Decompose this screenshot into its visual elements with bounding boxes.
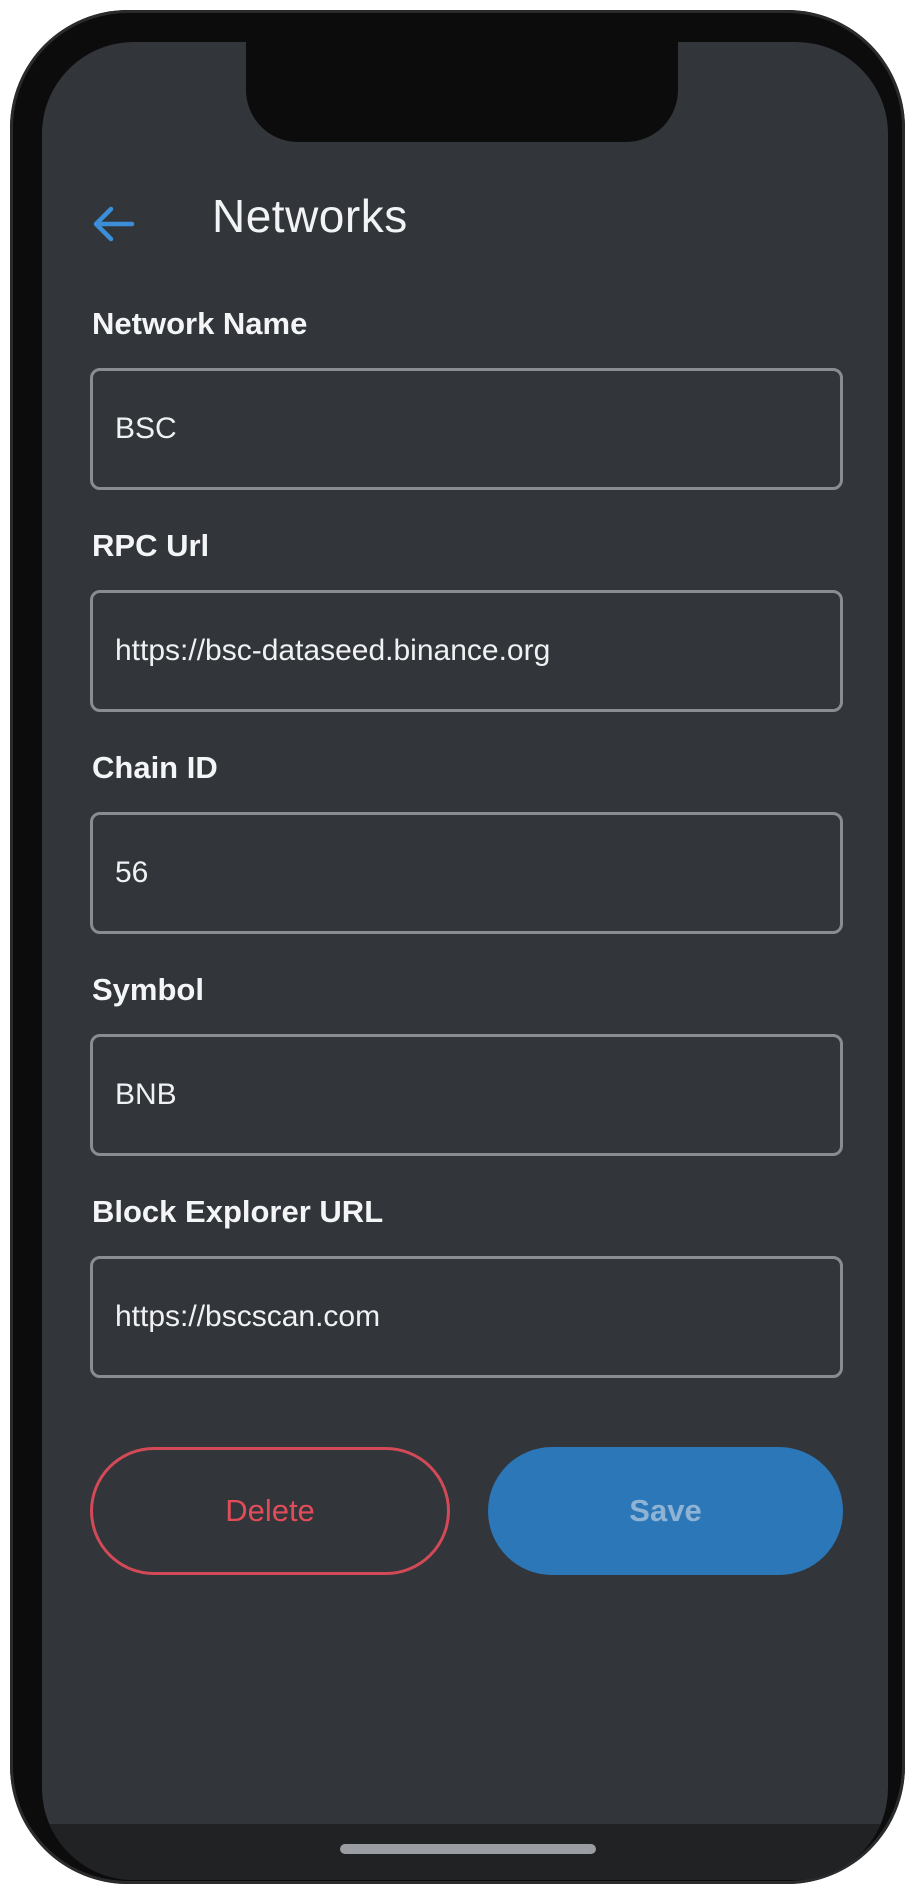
field-block-explorer-url: Block Explorer URL [90, 1192, 843, 1414]
field-rpc-url: RPC Url [90, 526, 843, 748]
home-bar-area [42, 1824, 888, 1880]
phone-frame: Networks Network Name RPC Url Chain ID S… [10, 10, 905, 1884]
block-explorer-url-label: Block Explorer URL [92, 1194, 384, 1229]
network-form: Network Name RPC Url Chain ID Symbol Blo… [90, 304, 843, 1414]
home-indicator[interactable] [340, 1844, 596, 1854]
page: Networks Network Name RPC Url Chain ID S… [0, 0, 915, 1894]
page-title: Networks [212, 190, 408, 242]
header: Networks [42, 184, 888, 254]
save-button[interactable]: Save [488, 1447, 843, 1575]
field-chain-id: Chain ID [90, 748, 843, 970]
device-notch [246, 42, 678, 142]
block-explorer-url-input[interactable] [90, 1256, 843, 1378]
rpc-url-label: RPC Url [92, 528, 210, 563]
field-network-name: Network Name [90, 304, 843, 526]
symbol-input[interactable] [90, 1034, 843, 1156]
chain-id-label: Chain ID [92, 750, 218, 785]
arrow-left-icon [93, 206, 135, 242]
action-buttons: Delete Save [90, 1447, 843, 1575]
network-name-label: Network Name [92, 306, 308, 341]
app-screen: Networks Network Name RPC Url Chain ID S… [42, 42, 888, 1880]
chain-id-input[interactable] [90, 812, 843, 934]
network-name-input[interactable] [90, 368, 843, 490]
rpc-url-input[interactable] [90, 590, 843, 712]
symbol-label: Symbol [92, 972, 204, 1007]
back-button[interactable] [82, 198, 146, 250]
field-symbol: Symbol [90, 970, 843, 1192]
delete-button[interactable]: Delete [90, 1447, 450, 1575]
